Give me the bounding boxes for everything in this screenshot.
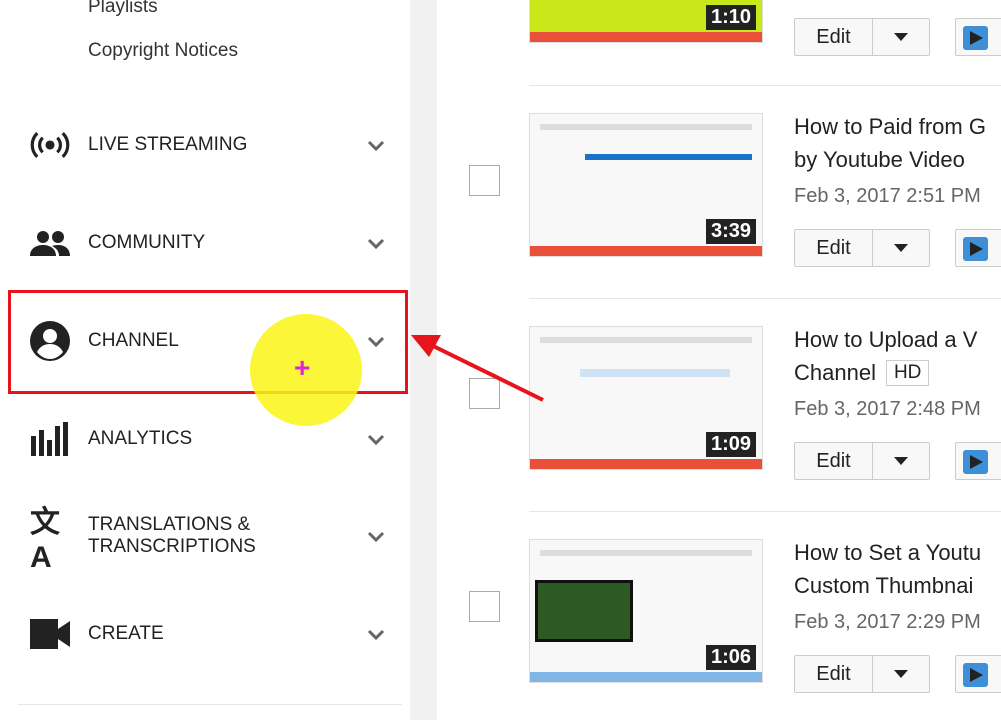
duration-badge: 1:06 <box>705 645 756 670</box>
analytics-icon <box>30 421 70 457</box>
caret-down-icon <box>894 457 908 465</box>
video-thumbnail[interactable]: 1:10 <box>529 0 763 43</box>
chevron-down-icon[interactable] <box>364 622 388 646</box>
play-button[interactable] <box>955 442 1001 480</box>
play-icon <box>963 663 988 687</box>
video-thumbnail[interactable]: 1:06 <box>529 539 763 683</box>
edit-button-group: Edit <box>794 655 930 693</box>
row-divider <box>529 298 1001 299</box>
video-title-line2[interactable]: by Youtube Video <box>794 143 965 176</box>
row-divider <box>529 511 1001 512</box>
edit-dropdown-button[interactable] <box>873 230 929 266</box>
caret-down-icon <box>894 33 908 41</box>
edit-button[interactable]: Edit <box>795 443 873 479</box>
video-title-line2[interactable]: Channel HD <box>794 356 930 389</box>
video-camera-icon <box>30 616 70 652</box>
video-date: Feb 3, 2017 2:29 PM <box>794 611 981 633</box>
edit-button[interactable]: Edit <box>795 656 873 692</box>
video-row: 1:06 How to Set a Youtu Custom Thumbnai … <box>437 511 1001 720</box>
edit-button-group: Edit <box>794 229 930 267</box>
edit-button-group: Edit <box>794 18 930 56</box>
video-checkbox[interactable] <box>469 591 500 622</box>
video-thumbnail[interactable]: 3:39 <box>529 113 763 257</box>
live-streaming-icon <box>30 127 70 163</box>
community-icon <box>30 225 70 261</box>
sidebar-item-label: TRANSLATIONS & TRANSCRIPTIONS <box>88 514 256 557</box>
hd-badge: HD <box>885 360 930 386</box>
chevron-down-icon[interactable] <box>364 231 388 255</box>
row-divider <box>529 85 1001 86</box>
play-icon <box>963 26 988 50</box>
sidebar-item-label: LIVE STREAMING <box>88 134 248 155</box>
duration-badge: 1:09 <box>705 432 756 457</box>
sidebar-subitem-copyright-notices[interactable]: Copyright Notices <box>88 40 238 62</box>
chevron-down-icon[interactable] <box>364 427 388 451</box>
video-title[interactable]: How to Upload a V <box>794 323 977 356</box>
video-row: 3:39 How to Paid from G by Youtube Video… <box>437 85 1001 298</box>
edit-button-group: Edit <box>794 442 930 480</box>
sidebar-subitem-playlists[interactable]: Playlists <box>88 0 158 18</box>
cursor-highlight: + <box>250 314 362 426</box>
cursor-crosshair-icon: + <box>294 352 311 383</box>
edit-button[interactable]: Edit <box>795 230 873 266</box>
translate-icon: 文A <box>30 506 60 574</box>
duration-badge: 3:39 <box>705 219 756 244</box>
sidebar-divider <box>18 704 402 705</box>
annotation-arrow-icon <box>411 335 544 402</box>
caret-down-icon <box>894 670 908 678</box>
play-button[interactable] <box>955 229 1001 267</box>
play-icon <box>963 450 988 474</box>
video-date: Feb 3, 2017 2:48 PM <box>794 398 981 420</box>
chevron-down-icon[interactable] <box>364 524 388 548</box>
video-date: Feb 3, 2017 2:51 PM <box>794 185 981 207</box>
edit-dropdown-button[interactable] <box>873 656 929 692</box>
sidebar-item-label: CREATE <box>88 623 164 644</box>
video-title-text: Channel <box>794 360 876 385</box>
video-title-line2[interactable]: Custom Thumbnai <box>794 569 973 602</box>
play-button[interactable] <box>955 18 1001 56</box>
play-button[interactable] <box>955 655 1001 693</box>
edit-button[interactable]: Edit <box>795 19 873 55</box>
sidebar-item-translations[interactable]: 文A TRANSLATIONS & TRANSCRIPTIONS <box>0 506 410 574</box>
sidebar-item-live-streaming[interactable]: LIVE STREAMING <box>0 115 410 175</box>
caret-down-icon <box>894 244 908 252</box>
video-checkbox[interactable] <box>469 165 500 196</box>
sidebar-item-label: ANALYTICS <box>88 428 193 449</box>
video-title[interactable]: How to Paid from G <box>794 110 986 143</box>
chevron-down-icon[interactable] <box>364 133 388 157</box>
duration-badge: 1:10 <box>705 5 756 30</box>
video-thumbnail[interactable]: 1:09 <box>529 326 763 470</box>
edit-dropdown-button[interactable] <box>873 19 929 55</box>
edit-dropdown-button[interactable] <box>873 443 929 479</box>
sidebar-item-analytics[interactable]: ANALYTICS <box>0 409 410 469</box>
video-title[interactable]: How to Set a Youtu <box>794 536 981 569</box>
play-icon <box>963 237 988 261</box>
sidebar-item-create[interactable]: CREATE <box>0 604 410 664</box>
sidebar-item-community[interactable]: COMMUNITY <box>0 213 410 273</box>
sidebar-item-label: COMMUNITY <box>88 232 206 253</box>
